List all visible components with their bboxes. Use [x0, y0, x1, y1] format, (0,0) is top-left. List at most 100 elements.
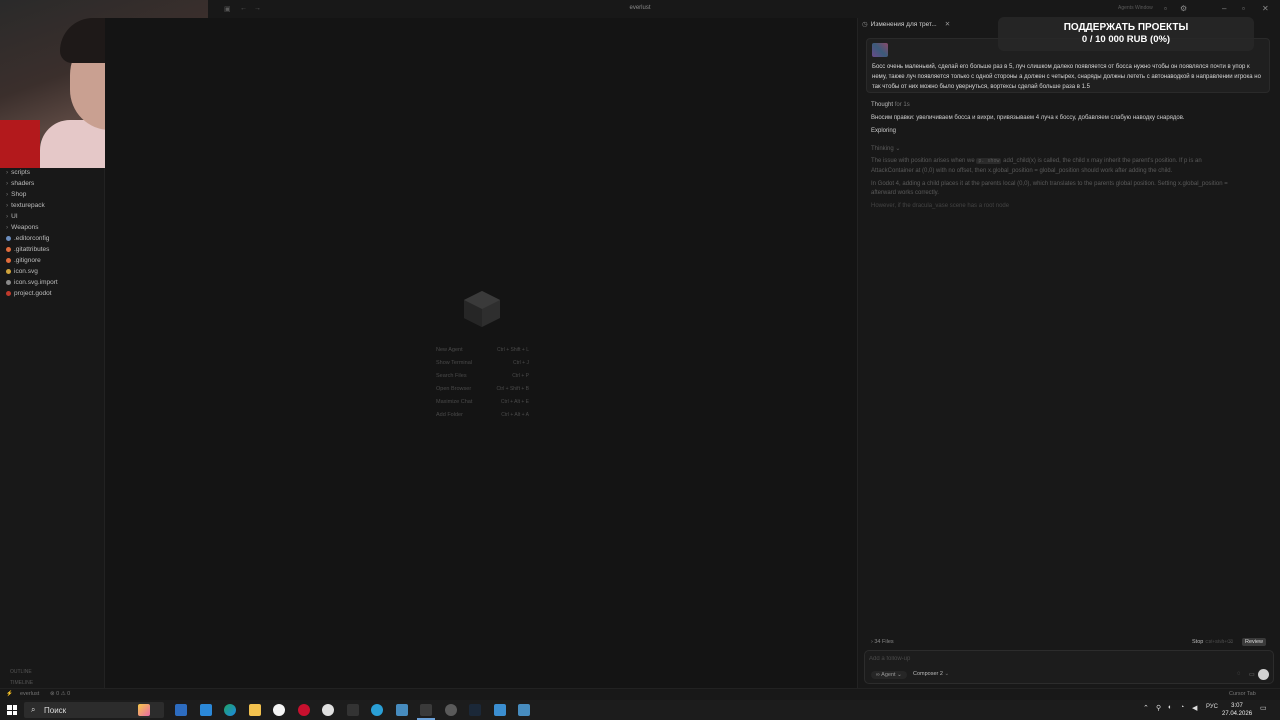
telegram-icon[interactable]: [371, 704, 383, 716]
settings-icon[interactable]: ⚙: [1180, 4, 1187, 13]
stop-shortcut: Ctrl+Shift+⌫: [1205, 639, 1233, 644]
forward-icon[interactable]: →: [254, 5, 261, 12]
file-explorer-icon[interactable]: [249, 704, 261, 716]
obs-icon[interactable]: [445, 704, 457, 716]
volume-icon[interactable]: ◀: [1192, 704, 1197, 712]
shortcut-item[interactable]: Open Browser Ctrl + Shift + B: [436, 386, 536, 392]
clock-date: 27.04.2026: [1222, 711, 1253, 717]
folder-item[interactable]: › Weapons: [6, 224, 39, 231]
shortcut-label: New Agent: [436, 347, 463, 353]
back-icon[interactable]: ←: [240, 5, 247, 12]
system-clock[interactable]: 3:07 27.04.2026: [1222, 702, 1252, 718]
editor-area: [105, 18, 857, 688]
donation-widget: ПОДДЕРЖАТЬ ПРОЕКТЫ 0 / 10 000 RUB (0%): [998, 17, 1254, 51]
thinking-text-line: However, if the dracula_vase scene has a…: [871, 203, 1010, 209]
close-window-icon[interactable]: ✕: [1262, 4, 1269, 13]
steam-icon[interactable]: [469, 704, 481, 716]
copilot-icon[interactable]: [138, 704, 150, 716]
review-button[interactable]: Review: [1242, 638, 1267, 646]
notifications-icon[interactable]: ▭: [1260, 704, 1267, 712]
model-selector[interactable]: Composer 2 ⌄: [913, 671, 949, 677]
outline-section[interactable]: OUTLINE: [10, 669, 32, 675]
minimize-icon[interactable]: –: [1222, 4, 1226, 13]
tree-item-label: Shop: [11, 191, 27, 198]
file-item[interactable]: icon.svg.import: [6, 279, 58, 286]
chrome-app-icon[interactable]: [322, 704, 334, 716]
cursor-app-icon[interactable]: [417, 704, 435, 720]
tree-item-label: Weapons: [11, 224, 39, 231]
chevron-down-icon: ⌄: [944, 671, 950, 677]
close-tab-icon[interactable]: ✕: [945, 21, 950, 28]
chevron-right-icon: ›: [871, 639, 873, 645]
thinking-row[interactable]: Thinking ⌄: [871, 145, 900, 152]
paint-app-icon[interactable]: [494, 704, 506, 716]
loading-icon: ◌: [1237, 671, 1241, 677]
infinity-icon: ∞: [876, 672, 880, 678]
shortcut-item[interactable]: Search Files Ctrl + P: [436, 373, 536, 379]
shortcut-keys: Ctrl + J: [513, 360, 529, 366]
taskbar-search-placeholder: Поиск: [44, 706, 67, 715]
shortcut-item[interactable]: New Agent Ctrl + Shift + L: [436, 347, 536, 353]
file-item[interactable]: .editorconfig: [6, 235, 49, 242]
follow-up-input[interactable]: [869, 654, 1249, 664]
timeline-section[interactable]: TIMELINE: [10, 680, 33, 686]
godot-editor-icon[interactable]: [518, 704, 530, 716]
image-icon[interactable]: ▭: [1249, 671, 1255, 678]
h-app-icon[interactable]: [347, 704, 359, 716]
file-item[interactable]: project.godot: [6, 290, 52, 297]
toggle-sidebar-icon[interactable]: ▣: [224, 5, 231, 13]
folder-item[interactable]: › Shop: [6, 191, 26, 198]
show-hidden-icons[interactable]: ⌃: [1143, 704, 1149, 712]
folder-item[interactable]: › shaders: [6, 180, 34, 187]
shortcut-keys: Ctrl + Shift + L: [497, 347, 529, 353]
usb-icon[interactable]: ⚲: [1156, 704, 1161, 712]
shortcut-item[interactable]: Show Terminal Ctrl + J: [436, 360, 536, 366]
maximize-icon[interactable]: ▫: [1242, 4, 1245, 13]
windows-taskbar: ⌕ Поиск ⌃ ⚲ ◐ ◔ ◀ РУС 3:07 27.04.2026 ▭: [0, 700, 1280, 720]
stop-button[interactable]: Stop Ctrl+Shift+⌫: [1192, 639, 1233, 645]
files-count: 34 Files: [874, 639, 894, 645]
shortcut-item[interactable]: Maximize Chat Ctrl + Alt + E: [436, 399, 536, 405]
network-icon[interactable]: ◐: [1168, 704, 1172, 711]
mail-app-icon[interactable]: [200, 704, 212, 716]
file-item[interactable]: .gitattributes: [6, 246, 49, 253]
tree-item-label: UI: [11, 213, 18, 220]
language-indicator[interactable]: РУС: [1206, 704, 1218, 710]
file-type-icon: [6, 257, 11, 263]
godot-icon[interactable]: [396, 704, 408, 716]
calendar-app-icon[interactable]: [175, 704, 187, 716]
branch-name[interactable]: everlust: [20, 691, 39, 697]
shortcut-label: Maximize Chat: [436, 399, 473, 405]
model-label: Composer 2: [913, 671, 943, 677]
chat-tab[interactable]: ◷ Изменения для трет... ✕: [862, 20, 950, 34]
shortcut-keys: Ctrl + Alt + A: [501, 412, 529, 418]
edge-browser-icon[interactable]: [224, 704, 236, 716]
shortcut-item[interactable]: Add Folder Ctrl + Alt + A: [436, 412, 536, 418]
file-type-icon: [6, 290, 11, 296]
chevron-down-icon: ⌄: [895, 146, 901, 152]
tree-item-label: shaders: [11, 180, 35, 187]
remote-icon[interactable]: ⚡: [6, 691, 13, 697]
layout-icon[interactable]: ▫: [1164, 4, 1167, 13]
problems-indicator[interactable]: ⊗ 0 ⚠ 0: [50, 691, 70, 697]
file-item[interactable]: .gitignore: [6, 257, 41, 264]
wifi-icon[interactable]: ◔: [1180, 704, 1184, 711]
opera-browser-icon[interactable]: [298, 704, 310, 716]
mode-selector[interactable]: ∞ Agent ⌄: [871, 671, 907, 679]
windows-start-icon[interactable]: [7, 705, 17, 715]
folder-item[interactable]: › scripts: [6, 169, 30, 176]
donation-title: ПОДДЕРЖАТЬ ПРОЕКТЫ: [1063, 22, 1189, 33]
changed-files-toggle[interactable]: › 34 Files: [871, 639, 894, 645]
inline-code: p. show: [976, 158, 1002, 164]
folder-item[interactable]: › UI: [6, 213, 18, 220]
attached-image-thumbnail[interactable]: [872, 43, 888, 57]
stop-generation-icon[interactable]: [1258, 669, 1269, 680]
file-type-icon: [6, 235, 11, 241]
file-item[interactable]: icon.svg: [6, 268, 38, 275]
yandex-browser-icon[interactable]: [273, 704, 285, 716]
thought-row[interactable]: Thought for 1s: [871, 102, 910, 108]
cursor-tab-status[interactable]: Cursor Tab: [1229, 691, 1256, 697]
folder-item[interactable]: › texturepack: [6, 202, 45, 209]
agents-window-link[interactable]: Agents Window: [1118, 5, 1153, 11]
tree-item-label: .gitignore: [14, 257, 41, 264]
